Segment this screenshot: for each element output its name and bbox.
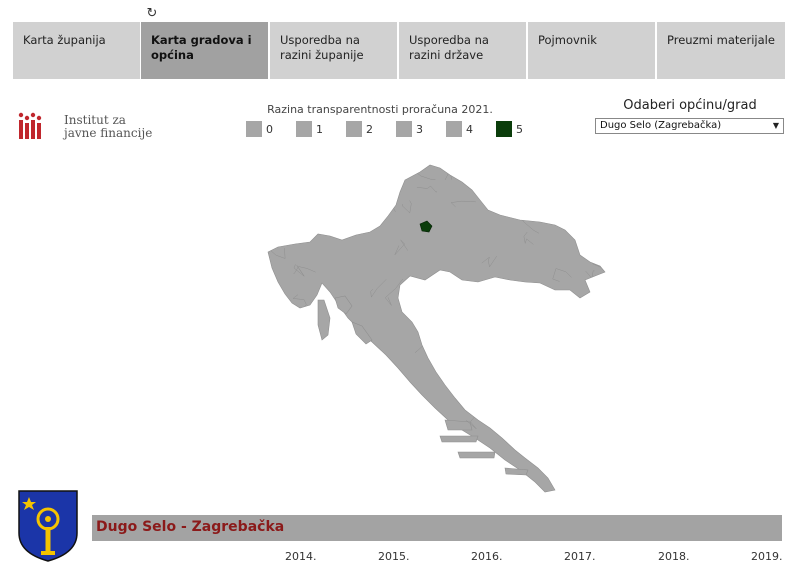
municipality-border	[362, 400, 372, 424]
legend-label: 3	[416, 123, 423, 136]
municipality-border	[268, 280, 270, 301]
ijf-logo-icon	[18, 112, 42, 139]
municipality-border	[547, 410, 559, 421]
municipality-border	[299, 406, 319, 424]
municipality-border	[291, 363, 310, 375]
legend-swatch	[446, 121, 462, 137]
municipality-border	[570, 301, 582, 333]
municipality-border	[327, 418, 345, 441]
year-label: 2017.	[564, 550, 596, 563]
municipality-select-value: Dugo Selo (Zagrebačka)	[600, 120, 722, 131]
municipality-border	[523, 398, 538, 409]
year-label: 2019.	[751, 550, 783, 563]
municipality-border	[347, 381, 359, 405]
municipality-border	[379, 426, 398, 439]
island-cres	[317, 299, 331, 341]
municipality-border	[534, 417, 549, 447]
municipality-border	[340, 407, 351, 419]
logo-text-line2: javne financije	[64, 126, 153, 140]
island-hvar	[439, 435, 479, 443]
tab-bar: Karta županija Karta gradova i općina Us…	[13, 22, 785, 79]
selected-municipality-name: Dugo Selo - Zagrebačka	[96, 519, 285, 535]
island-korcula	[457, 451, 496, 459]
municipality-border	[438, 303, 452, 327]
year-label: 2016.	[471, 550, 503, 563]
municipality-border	[598, 420, 605, 430]
legend-label: 4	[466, 123, 473, 136]
municipality-border	[306, 414, 318, 428]
municipality-border	[507, 363, 527, 381]
croatia-map[interactable]	[262, 160, 612, 500]
municipality-border	[548, 405, 560, 424]
legend-swatch	[396, 121, 412, 137]
municipality-border	[355, 466, 375, 480]
year-axis: 2014. 2015. 2016. 2017. 2018. 2019.	[0, 550, 800, 566]
municipality-border	[568, 379, 578, 394]
municipality-border	[407, 409, 423, 428]
municipality-border	[303, 403, 314, 416]
municipality-border	[448, 349, 460, 356]
tab-preuzmi-materijale[interactable]: Preuzmi materijale	[657, 22, 785, 79]
municipality-border	[374, 191, 396, 212]
legend-label: 0	[266, 123, 273, 136]
ijf-logo-text: Institut za javne financije	[64, 114, 174, 140]
legend-swatch	[296, 121, 312, 137]
tab-karta-zupanija[interactable]: Karta županija	[13, 22, 140, 79]
tab-pojmovnik[interactable]: Pojmovnik	[528, 22, 655, 79]
municipality-border	[351, 180, 367, 204]
year-label: 2018.	[658, 550, 690, 563]
legend-swatch	[246, 121, 262, 137]
year-label: 2015.	[378, 550, 410, 563]
chevron-down-icon[interactable]: ▼	[773, 119, 779, 133]
municipality-border	[382, 185, 397, 202]
legend-label: 1	[316, 123, 323, 136]
municipality-border	[344, 372, 358, 393]
municipality-border	[558, 396, 570, 412]
municipality-border	[311, 160, 324, 162]
legend-swatch	[496, 121, 512, 137]
croatia-shape[interactable]	[267, 164, 606, 493]
municipality-border	[454, 354, 468, 384]
municipality-border	[387, 382, 401, 406]
municipality-border	[427, 321, 437, 342]
municipality-border	[274, 179, 294, 190]
selector-title: Odaberi općinu/grad	[623, 98, 757, 113]
municipality-border	[325, 178, 338, 190]
reset-icon[interactable]: ↻	[145, 7, 159, 21]
municipality-border	[412, 445, 424, 456]
tab-usporedba-zupanije[interactable]: Usporedba na razini županije	[270, 22, 397, 79]
tab-usporedba-drzave[interactable]: Usporedba na razini države	[399, 22, 526, 79]
legend-swatch	[346, 121, 362, 137]
municipality-border	[325, 365, 336, 376]
municipality-border	[268, 328, 276, 341]
legend-label: 5	[516, 123, 523, 136]
municipality-border	[480, 471, 499, 480]
municipality-border	[357, 209, 372, 220]
legend-label: 2	[366, 123, 373, 136]
municipality-border	[284, 386, 294, 412]
municipality-select[interactable]: Dugo Selo (Zagrebačka) ▼	[595, 118, 784, 134]
municipality-border	[560, 317, 581, 332]
selected-municipality-bar: Dugo Selo - Zagrebačka	[92, 515, 782, 541]
municipality-border	[458, 165, 491, 170]
municipality-border	[557, 329, 574, 353]
municipality-border	[308, 384, 320, 407]
tab-karta-gradova-i-opcina[interactable]: Karta gradova i općina	[141, 22, 268, 79]
municipality-border	[292, 209, 299, 237]
legend-title: Razina transparentnosti proračuna 2021.	[267, 103, 493, 116]
year-label: 2014.	[285, 550, 317, 563]
municipality-border	[364, 182, 387, 198]
legend: 0 1 2 3 4 5	[246, 120, 546, 140]
municipality-border	[593, 165, 605, 178]
